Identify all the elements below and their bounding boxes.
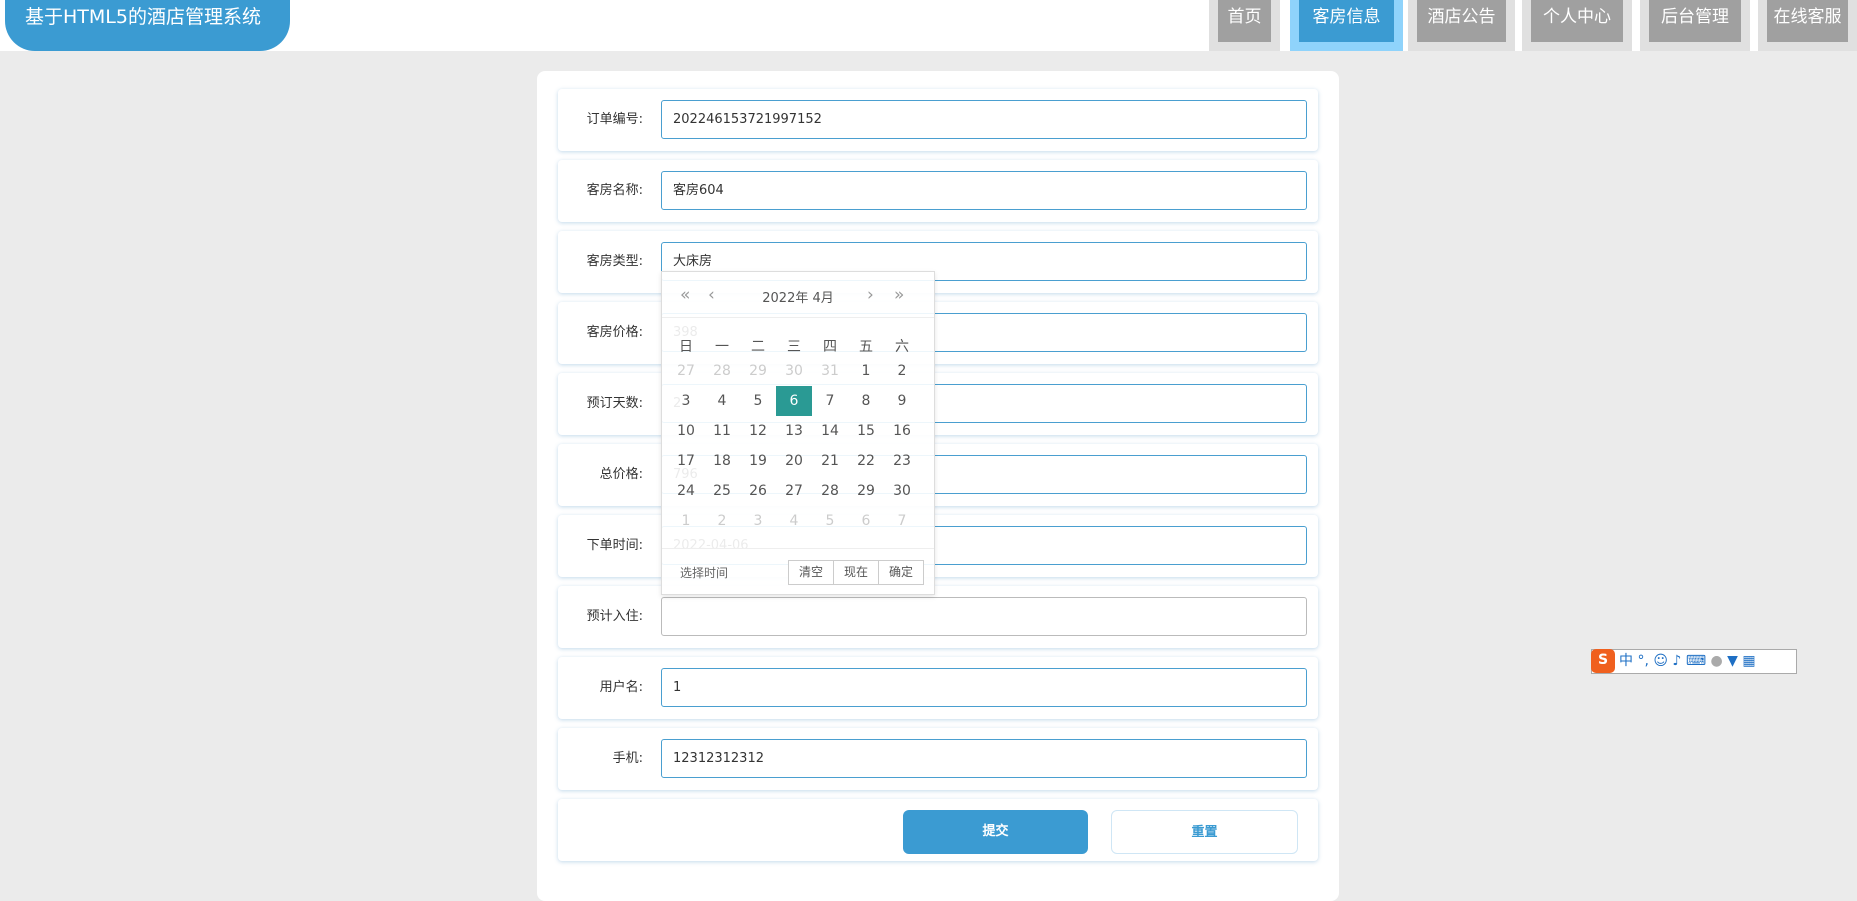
next-month-icon[interactable]: › (867, 285, 874, 305)
calendar-day[interactable]: 23 (884, 446, 920, 476)
date-picker: « ‹ 2022年 4月 › » 日一二三四五六 27 28 29 30 31 1 2 3 4 5 6… (661, 271, 935, 595)
calendar-day[interactable]: 27 (668, 356, 704, 386)
form-row: 预计入住: (558, 586, 1318, 648)
calendar-day[interactable]: 4 (776, 506, 812, 536)
calendar-day[interactable]: 4 (704, 386, 740, 416)
calendar-day[interactable]: 8 (848, 386, 884, 416)
calendar-day[interactable]: 29 (848, 476, 884, 506)
calendar-day[interactable]: 21 (812, 446, 848, 476)
submit-button[interactable]: 提交 (903, 810, 1088, 854)
calendar-day[interactable]: 29 (740, 356, 776, 386)
field-label: 预订天数: (586, 396, 643, 411)
calendar-day[interactable]: 10 (668, 416, 704, 446)
nav-tab[interactable]: 后台管理 (1640, 0, 1750, 51)
calendar-day[interactable]: 17 (668, 446, 704, 476)
calendar-day[interactable]: 7 (812, 386, 848, 416)
calendar-day[interactable]: 6 (776, 386, 812, 416)
calendar-day[interactable]: 1 (848, 356, 884, 386)
field-label: 客房名称: (586, 183, 643, 198)
calendar-day[interactable]: 27 (776, 476, 812, 506)
nav-tab[interactable]: 客房信息 (1290, 0, 1403, 51)
toolbox-icon[interactable]: ▦ (1742, 653, 1755, 669)
field-label: 客房价格: (586, 325, 643, 340)
field-input[interactable]: 1 (661, 668, 1307, 707)
form-row: 手机: 12312312312 (558, 728, 1318, 790)
calendar-day[interactable]: 2 (884, 356, 920, 386)
header: 基于HTML5的酒店管理系统 首页 客房信息 酒店公告 个人中心 后台管理 在线客服 (0, 0, 1857, 51)
confirm-button[interactable]: 确定 (878, 560, 924, 585)
calendar-day[interactable]: 18 (704, 446, 740, 476)
form-row: 用户名: 1 (558, 657, 1318, 719)
field-input[interactable]: 202246153721997152 (661, 100, 1307, 139)
calendar-day[interactable]: 28 (812, 476, 848, 506)
field-input[interactable] (661, 597, 1307, 636)
calendar-day[interactable]: 5 (740, 386, 776, 416)
nav-tab[interactable]: 首页 (1209, 0, 1280, 51)
field-label: 用户名: (599, 680, 643, 695)
calendar-day[interactable]: 7 (884, 506, 920, 536)
field-label: 预计入住: (586, 609, 643, 624)
calendar-day[interactable]: 1 (668, 506, 704, 536)
ime-mode[interactable]: 中 (1619, 653, 1633, 669)
calendar-day[interactable]: 13 (776, 416, 812, 446)
field-label: 总价格: (599, 467, 643, 482)
calendar-day[interactable]: 6 (848, 506, 884, 536)
field-label: 下单时间: (586, 538, 643, 553)
calendar-day[interactable]: 12 (740, 416, 776, 446)
user-icon[interactable]: ● (1710, 653, 1722, 669)
calendar-day[interactable]: 22 (848, 446, 884, 476)
calendar-day[interactable]: 9 (884, 386, 920, 416)
calendar-day[interactable]: 25 (704, 476, 740, 506)
nav-tab[interactable]: 酒店公告 (1408, 0, 1515, 51)
calendar-day[interactable]: 14 (812, 416, 848, 446)
calendar-day[interactable]: 28 (704, 356, 740, 386)
calendar-day[interactable]: 16 (884, 416, 920, 446)
ime-toolbar[interactable]: S中 °, ☺ ♪ ⌨ ● ▼ ▦ (1591, 649, 1797, 674)
field-label: 订单编号: (586, 112, 643, 127)
calendar-day[interactable]: 3 (668, 386, 704, 416)
field-label: 客房类型: (586, 254, 643, 269)
calendar-day[interactable]: 19 (740, 446, 776, 476)
field-input[interactable]: 12312312312 (661, 739, 1307, 778)
calendar-day[interactable]: 20 (776, 446, 812, 476)
calendar-day[interactable]: 26 (740, 476, 776, 506)
nav-tab-label: 酒店公告 (1417, 0, 1506, 42)
nav-tab[interactable]: 个人中心 (1522, 0, 1632, 51)
nav-tab-label: 在线客服 (1767, 0, 1848, 42)
button-row: 提交 重置 (558, 799, 1318, 861)
next-year-icon[interactable]: » (894, 285, 904, 305)
field-input[interactable]: 客房604 (661, 171, 1307, 210)
sogou-logo-icon: S (1591, 649, 1615, 673)
emoji-icon[interactable]: ☺ (1653, 653, 1668, 669)
calendar-day[interactable]: 3 (740, 506, 776, 536)
calendar-day[interactable]: 24 (668, 476, 704, 506)
form-row: 客房名称: 客房604 (558, 160, 1318, 222)
calendar-day[interactable]: 30 (776, 356, 812, 386)
site-title: 基于HTML5的酒店管理系统 (5, 0, 290, 51)
calendar-day[interactable]: 15 (848, 416, 884, 446)
ime-punct[interactable]: °, (1637, 653, 1648, 669)
now-button[interactable]: 现在 (833, 560, 879, 585)
nav-tab[interactable]: 在线客服 (1758, 0, 1857, 51)
microphone-icon[interactable]: ♪ (1672, 653, 1681, 669)
nav-tab-label: 个人中心 (1531, 0, 1623, 42)
nav-tab-label: 后台管理 (1649, 0, 1741, 42)
form-row: 订单编号: 202246153721997152 (558, 89, 1318, 151)
keyboard-icon[interactable]: ⌨ (1686, 653, 1706, 669)
calendar-day[interactable]: 30 (884, 476, 920, 506)
nav-tab-label: 客房信息 (1299, 0, 1394, 42)
reset-button[interactable]: 重置 (1111, 810, 1298, 854)
select-time-link[interactable]: 选择时间 (680, 564, 728, 581)
clear-button[interactable]: 清空 (788, 560, 834, 585)
calendar-day[interactable]: 11 (704, 416, 740, 446)
calendar-day[interactable]: 2 (704, 506, 740, 536)
order-form: 订单编号: 202246153721997152 客房名称: 客房604 客房类型: 大床… (537, 71, 1339, 901)
nav-tab-label: 首页 (1218, 0, 1271, 42)
calendar-day[interactable]: 5 (812, 506, 848, 536)
calendar-day[interactable]: 31 (812, 356, 848, 386)
field-label: 手机: (612, 751, 643, 766)
skin-icon[interactable]: ▼ (1727, 653, 1738, 669)
